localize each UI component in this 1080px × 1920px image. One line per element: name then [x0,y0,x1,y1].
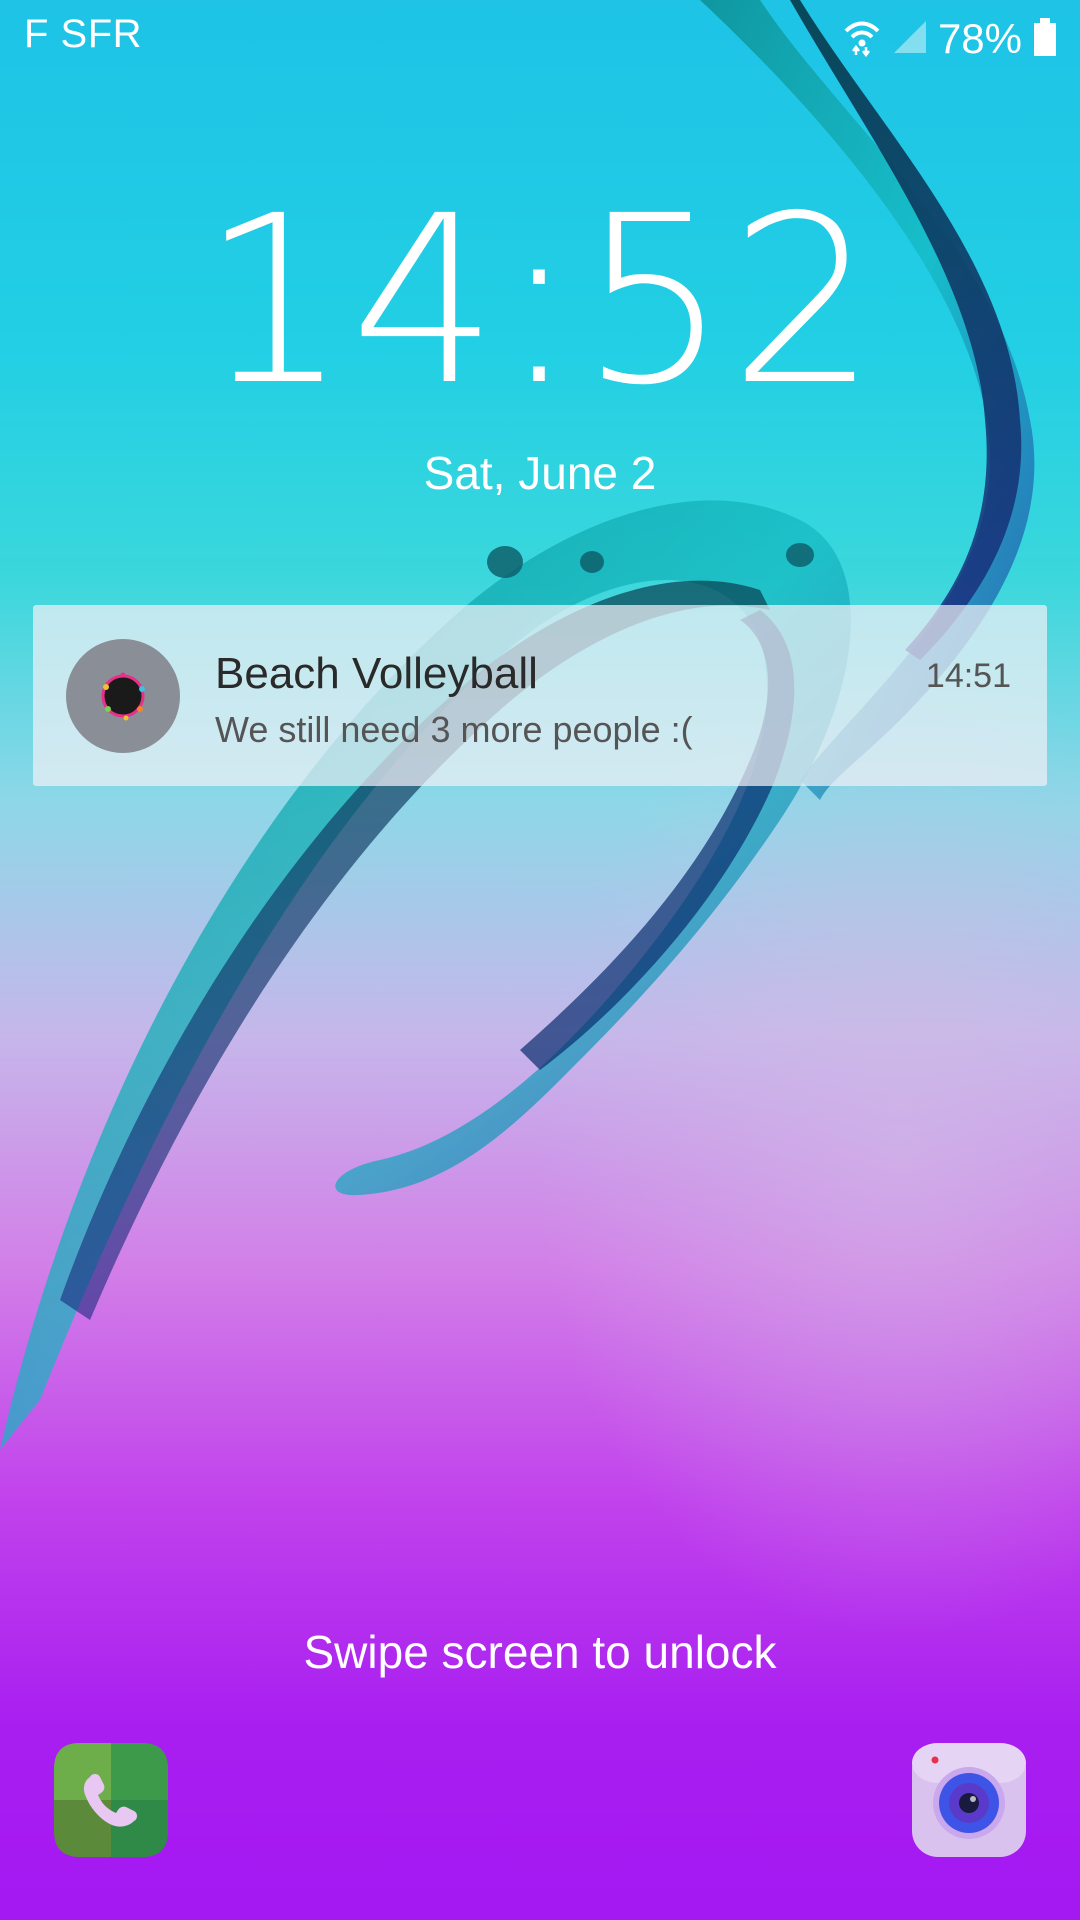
notification-message: We still need 3 more people :( [215,709,693,750]
phone-shortcut[interactable] [54,1743,168,1857]
status-bar: F SFR 78% [0,0,1080,78]
notification-card[interactable]: Beach Volleyball We still need 3 more pe… [33,605,1047,786]
carrier-label: F SFR [24,12,143,56]
unlock-hint: Swipe screen to unlock [303,1626,777,1678]
lock-clock: 14:52 [200,166,880,436]
notification-time: 14:51 [925,657,1011,695]
notification-title: Beach Volleyball [215,649,538,698]
camera-shortcut[interactable] [912,1743,1026,1857]
battery-icon [1032,17,1058,62]
signal-icon [892,17,928,62]
lock-screen[interactable]: F SFR 78% 14:52 Sat, June 2 Beach Volley… [0,0,1080,1920]
group-avatar-icon [66,639,180,753]
phone-icon [54,1743,168,1857]
status-icons: 78% [842,14,1058,64]
battery-percent: 78% [937,15,1022,62]
lock-date: Sat, June 2 [423,447,657,499]
camera-icon [912,1743,1026,1857]
wifi-icon [842,17,882,62]
